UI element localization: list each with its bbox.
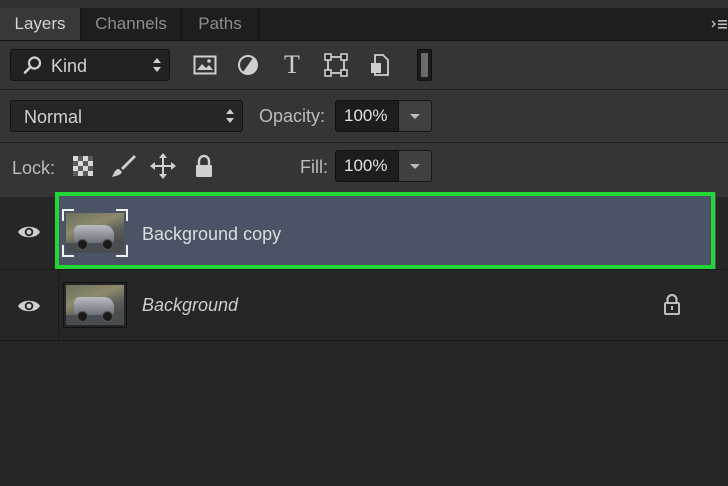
search-icon (23, 55, 43, 80)
divider (0, 89, 728, 90)
updown-arrows-icon (224, 105, 236, 127)
image-filter-icon[interactable] (190, 50, 220, 80)
row-separator (0, 340, 728, 341)
lock-image-pixels-icon[interactable] (110, 153, 136, 179)
opacity-input[interactable]: 100% (335, 100, 399, 132)
lock-transparent-pixels-icon[interactable] (70, 153, 96, 179)
adjustment-filter-icon[interactable] (233, 50, 263, 80)
smart-object-filter-icon[interactable] (365, 50, 395, 80)
opacity-label: Opacity: (259, 106, 326, 126)
type-filter-icon[interactable]: T (277, 50, 307, 80)
divider (0, 142, 728, 143)
panel-tabs: Layers Channels Paths (0, 8, 728, 41)
updown-arrows-icon (151, 54, 163, 76)
layer-lock-icon (662, 292, 682, 316)
chevron-down-icon (410, 113, 420, 119)
lock-all-icon[interactable] (191, 153, 217, 179)
visibility-toggle[interactable] (0, 196, 58, 268)
thumbnail-frame (63, 282, 127, 328)
tab-separator (258, 8, 259, 40)
visibility-toggle[interactable] (0, 270, 58, 342)
lock-label: Lock: (12, 158, 56, 178)
fill-label: Fill: (300, 157, 328, 177)
panel-menu-icon[interactable] (710, 8, 728, 40)
blend-mode-select[interactable]: Normal (10, 100, 243, 132)
tab-paths[interactable]: Paths (182, 8, 258, 40)
blend-mode-value: Normal (24, 107, 83, 127)
fill-input[interactable]: 100% (335, 150, 399, 182)
eye-icon (18, 300, 40, 312)
chevron-down-icon (410, 163, 420, 169)
filter-kind-label: Kind (51, 56, 88, 76)
layer-name: Background copy (142, 224, 282, 244)
tab-channels[interactable]: Channels (81, 8, 181, 40)
layer-name: Background (142, 295, 239, 315)
panel-top-edge (0, 0, 728, 8)
lock-position-icon[interactable] (150, 153, 176, 179)
thumbnail-selection-corners (62, 209, 128, 257)
eye-icon (18, 226, 40, 238)
tab-layers[interactable]: Layers (0, 8, 80, 40)
shape-filter-icon[interactable] (321, 50, 351, 80)
fill-dropdown-button[interactable] (399, 150, 432, 182)
filter-toggle-switch[interactable] (417, 49, 432, 81)
filter-kind-select[interactable]: Kind (10, 49, 170, 81)
opacity-dropdown-button[interactable] (399, 100, 432, 132)
